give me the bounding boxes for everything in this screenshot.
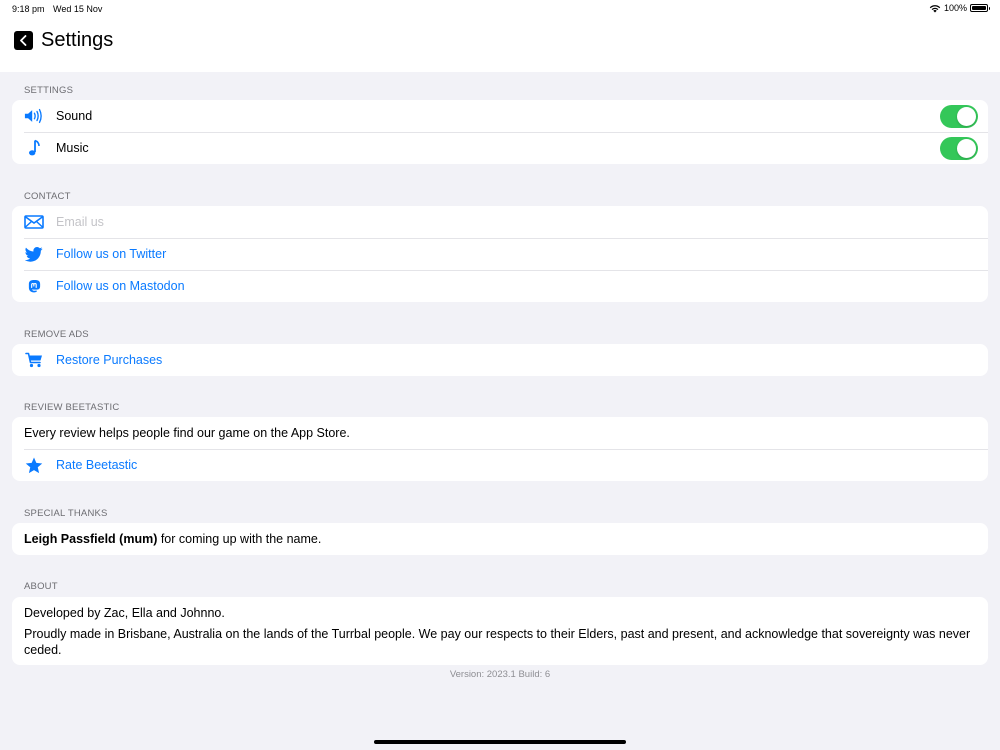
- sound-row: Sound: [12, 100, 988, 132]
- section-header-review: REVIEW BEETASTIC: [24, 402, 120, 413]
- battery-percent: 100%: [943, 3, 967, 13]
- music-row: Music: [12, 132, 988, 164]
- thanks-text: Leigh Passfield (mum) for coming up with…: [24, 532, 321, 546]
- navigation-bar: Settings: [0, 18, 1000, 72]
- rate-row[interactable]: Rate Beetastic: [12, 449, 988, 481]
- remove-ads-card: Restore Purchases: [12, 344, 988, 376]
- section-header-settings: SETTINGS: [24, 85, 74, 96]
- sound-toggle[interactable]: [940, 105, 978, 128]
- section-header-contact: CONTACT: [24, 191, 71, 202]
- thanks-row: Leigh Passfield (mum) for coming up with…: [12, 523, 988, 555]
- review-description-row: Every review helps people find our game …: [12, 417, 988, 449]
- section-header-about: ABOUT: [24, 581, 58, 592]
- cart-icon: [24, 351, 44, 369]
- thanks-name: Leigh Passfield (mum): [24, 532, 158, 546]
- email-row[interactable]: Email us: [12, 206, 988, 238]
- envelope-icon: [24, 213, 44, 231]
- sound-label: Sound: [56, 109, 93, 123]
- wifi-icon: [929, 4, 941, 12]
- mastodon-row[interactable]: Follow us on Mastodon: [12, 270, 988, 302]
- page-title: Settings: [41, 29, 114, 51]
- status-time: 9:18 pm: [12, 4, 45, 14]
- about-line-2: Proudly made in Brisbane, Australia on t…: [24, 627, 971, 657]
- settings-card: Sound Music: [12, 100, 988, 164]
- review-card: Every review helps people find our game …: [12, 417, 988, 481]
- restore-purchases-label: Restore Purchases: [56, 353, 163, 367]
- thanks-reason: for coming up with the name.: [157, 532, 322, 546]
- music-label: Music: [56, 141, 89, 155]
- thanks-card: Leigh Passfield (mum) for coming up with…: [12, 523, 988, 555]
- back-button[interactable]: [14, 31, 33, 50]
- twitter-label: Follow us on Twitter: [56, 247, 167, 261]
- status-bar: 9:18 pm Wed 15 Nov 100%: [0, 0, 1000, 18]
- section-header-remove-ads: REMOVE ADS: [24, 329, 89, 340]
- star-icon: [24, 456, 44, 474]
- section-header-thanks: SPECIAL THANKS: [24, 508, 108, 519]
- mastodon-label: Follow us on Mastodon: [56, 279, 185, 293]
- music-toggle[interactable]: [940, 137, 978, 160]
- chevron-left-icon: [20, 35, 27, 46]
- about-card: Developed by Zac, Ella and Johnno. Proud…: [12, 597, 988, 665]
- about-line-1: Developed by Zac, Ella and Johnno.: [24, 606, 225, 620]
- rate-label: Rate Beetastic: [56, 458, 138, 472]
- home-indicator[interactable]: [374, 740, 626, 744]
- status-right: 100%: [929, 3, 990, 13]
- version-label: Version: 2023.1 Build: 6: [449, 669, 551, 680]
- mastodon-icon: [24, 277, 44, 295]
- twitter-bird-icon: [24, 245, 44, 263]
- review-description: Every review helps people find our game …: [24, 426, 350, 440]
- restore-purchases-row[interactable]: Restore Purchases: [12, 344, 988, 376]
- battery-icon: [970, 4, 990, 12]
- twitter-row[interactable]: Follow us on Twitter: [12, 238, 988, 270]
- contact-card: Email us Follow us on Twitter Follow us …: [12, 206, 988, 302]
- status-date: Wed 15 Nov: [53, 4, 103, 14]
- music-note-icon: [24, 139, 44, 157]
- email-label: Email us: [56, 215, 104, 229]
- speaker-icon: [24, 107, 44, 125]
